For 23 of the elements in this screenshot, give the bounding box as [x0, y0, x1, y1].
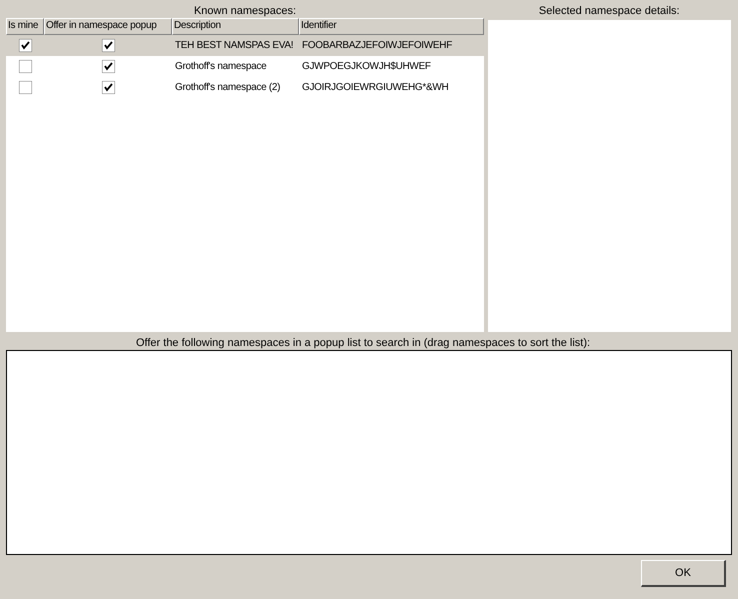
- ok-button[interactable]: OK: [641, 560, 726, 587]
- column-header[interactable]: Identifier: [299, 18, 484, 35]
- column-header[interactable]: Description: [172, 18, 299, 35]
- table-cell-text: GJOIRJGOIEWRGIUWEHG*&WH: [301, 82, 448, 93]
- checkbox[interactable]: [18, 39, 32, 52]
- table-cell-text: FOOBARBAZJEFOIWJEFOIWEHF: [301, 40, 452, 51]
- column-header[interactable]: Is mine: [6, 18, 44, 35]
- table-cell-text: GJWPOEGJKOWJH$UHWEF: [301, 61, 431, 72]
- checkbox[interactable]: [102, 60, 114, 73]
- section-label: Offer the following namespaces in a popup list to search in (drag namespaces to sort the list):: [134, 336, 592, 350]
- column-header[interactable]: Offer in namespace popup: [44, 18, 172, 35]
- table-cell-text: TEH BEST NAMSPAS EVA!: [174, 40, 294, 51]
- table-cell-text: Grothoff's namespace: [174, 61, 266, 72]
- checkbox[interactable]: [102, 39, 114, 52]
- table-cell-text: Grothoff's namespace (2): [174, 82, 280, 93]
- table-row[interactable]: Grothoff's namespace GJWPOEGJKOWJH$UHWEF: [6, 56, 484, 77]
- section-label: Known namespaces:: [192, 4, 298, 18]
- checkbox[interactable]: [102, 81, 114, 94]
- section-label: Selected namespace details:: [538, 4, 681, 18]
- table-row[interactable]: Grothoff's namespace (2) GJOIRJGOIEWRGIUWEHG*&WH: [6, 77, 484, 98]
- table-row[interactable]: TEH BEST NAMSPAS EVA! FOOBARBAZJEFOIWJEFOIWEHF: [6, 35, 484, 56]
- checkbox[interactable]: [18, 60, 32, 73]
- checkbox[interactable]: [18, 81, 32, 94]
